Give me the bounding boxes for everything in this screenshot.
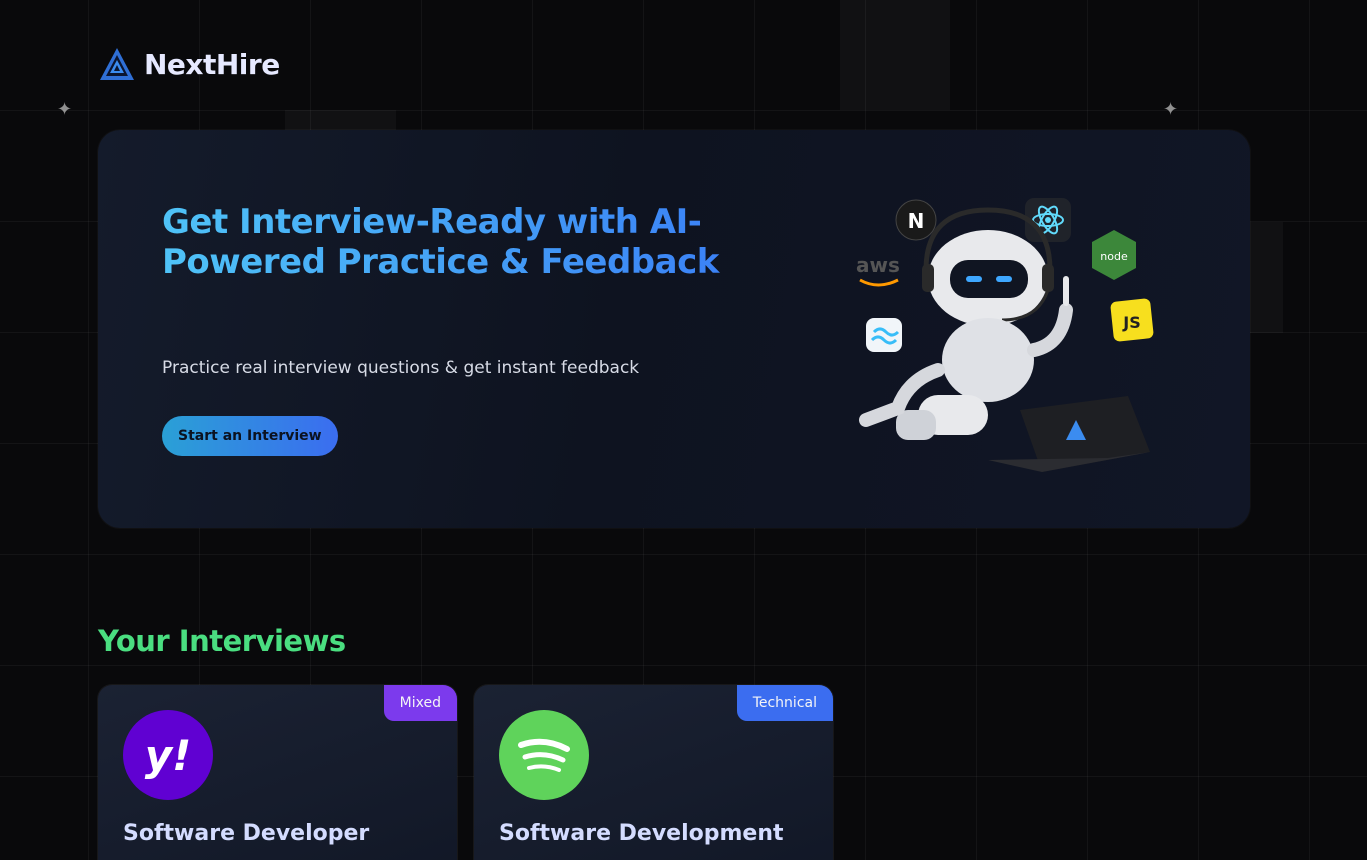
nexthire-logo-icon <box>100 48 134 80</box>
svg-text:N: N <box>908 209 925 233</box>
svg-text:aws: aws <box>856 253 900 277</box>
robot-illustration: N node aws JS <box>856 198 1154 472</box>
svg-text:node: node <box>1100 250 1128 263</box>
svg-text:JS: JS <box>1122 313 1140 332</box>
interview-role: Software Development <box>499 821 784 846</box>
brand-name: NextHire <box>144 47 280 81</box>
sparkle-icon: ✦ <box>1163 99 1179 120</box>
brand-logo[interactable]: NextHire <box>98 46 280 82</box>
grid-highlight <box>840 0 950 110</box>
hero-subtitle: Practice real interview questions & get … <box>162 358 640 378</box>
interview-card[interactable]: Mixed y! Software Developer <box>98 685 457 860</box>
sparkle-icon: ✦ <box>57 99 73 120</box>
hero-title: Get Interview-Ready with AI-Powered Prac… <box>162 202 722 282</box>
aws-icon: aws <box>856 253 900 287</box>
interview-type-badge: Mixed <box>383 685 457 721</box>
javascript-icon: JS <box>1110 298 1154 342</box>
interview-type-badge: Technical <box>736 685 833 721</box>
nextjs-icon: N <box>895 199 937 241</box>
spotify-icon <box>499 710 589 800</box>
interview-card[interactable]: Technical Software Development <box>474 685 833 860</box>
nodejs-icon: node <box>1092 230 1136 280</box>
start-interview-button[interactable]: Start an Interview <box>162 416 338 456</box>
interview-role: Software Developer <box>123 821 370 846</box>
tailwind-icon <box>866 318 902 352</box>
hero-banner: Get Interview-Ready with AI-Powered Prac… <box>98 130 1250 528</box>
section-title-your-interviews: Your Interviews <box>98 624 346 658</box>
yahoo-icon: y! <box>123 710 213 800</box>
